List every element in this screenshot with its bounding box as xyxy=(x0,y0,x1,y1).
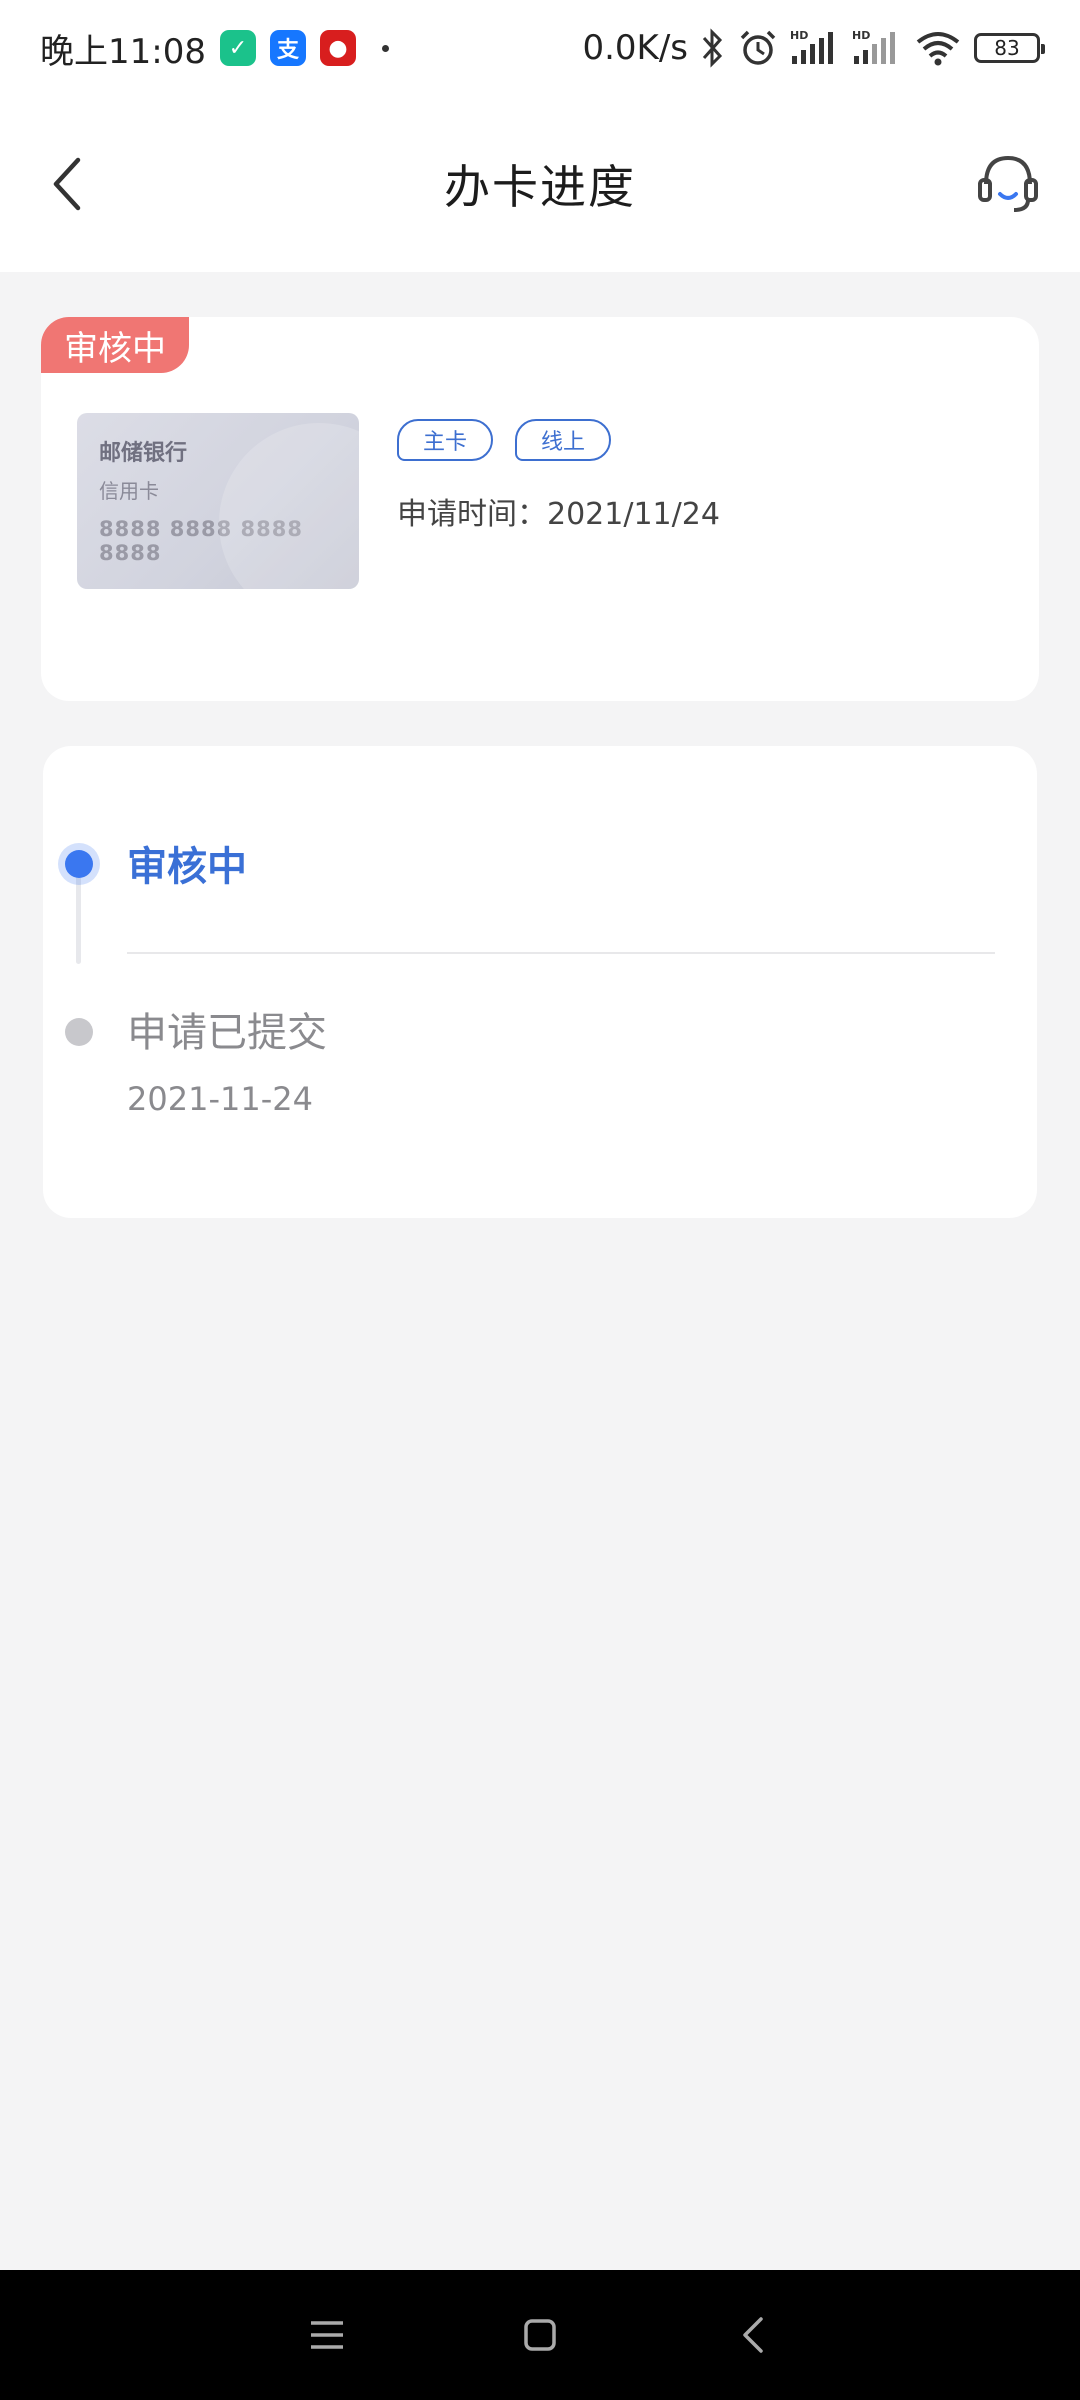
card-bank-name: 邮储银行 xyxy=(99,441,188,466)
alarm-icon xyxy=(740,30,776,65)
step-active-label: 审核中 xyxy=(127,844,247,890)
step-active-dot-icon xyxy=(65,850,93,878)
battery-icon: 83 xyxy=(974,33,1045,63)
card-type: 信用卡 xyxy=(99,479,159,503)
card-tags: 主卡 线上 xyxy=(397,419,612,461)
page-title: 办卡进度 xyxy=(444,160,636,214)
menu-button[interactable] xyxy=(297,2305,357,2365)
system-nav-bar xyxy=(0,2270,1080,2400)
nav-back-button[interactable] xyxy=(723,2305,783,2365)
timeline-line xyxy=(76,864,81,964)
step-done-label: 申请已提交 xyxy=(127,1010,327,1056)
home-button[interactable] xyxy=(510,2305,570,2365)
alipay-icon: 支 xyxy=(269,30,306,66)
step-done-date: 2021-11-24 xyxy=(127,1080,313,1118)
nav-back-icon xyxy=(743,2317,764,2353)
back-button[interactable] xyxy=(44,154,94,214)
apply-time: 申请时间：2021/11/24 xyxy=(397,497,720,532)
credit-card-image: 邮储银行 信用卡 8888 8888 8888 8888 xyxy=(77,413,359,589)
svg-text:HD: HD xyxy=(790,29,808,42)
wifi-icon xyxy=(916,32,960,66)
card-summary[interactable]: 审核中 邮储银行 信用卡 8888 8888 8888 8888 主卡 线上 申… xyxy=(41,317,1039,701)
progress-timeline: 审核中 申请已提交 2021-11-24 xyxy=(43,746,1037,1218)
signal-hd-2-icon: HD xyxy=(852,29,895,64)
signal-hd-1-icon: HD xyxy=(790,29,833,64)
step-done-dot-icon xyxy=(65,1018,93,1046)
notification-dot-icon xyxy=(381,44,389,52)
divider xyxy=(127,952,995,954)
bluetooth-icon xyxy=(702,28,723,68)
shield-app-icon: ✓ xyxy=(219,30,256,66)
card-number: 8888 8888 8888 8888 xyxy=(99,517,303,565)
svg-text:HD: HD xyxy=(852,29,870,42)
tag-primary-card: 主卡 xyxy=(397,419,494,461)
network-speed: 0.0K/s xyxy=(582,28,688,68)
status-bar: 晚上11:08 ✓ 支 ● 0.0K/s HD HD 83 xyxy=(0,0,1080,96)
home-icon xyxy=(524,2319,556,2351)
status-ribbon: 审核中 xyxy=(41,317,189,373)
customer-service-icon[interactable] xyxy=(978,152,1038,214)
menu-icon xyxy=(310,2321,343,2349)
record-app-icon: ● xyxy=(319,30,356,66)
tag-online: 线上 xyxy=(515,419,612,461)
page-header: 办卡进度 xyxy=(0,96,1080,272)
status-time: 晚上11:08 xyxy=(40,31,206,72)
